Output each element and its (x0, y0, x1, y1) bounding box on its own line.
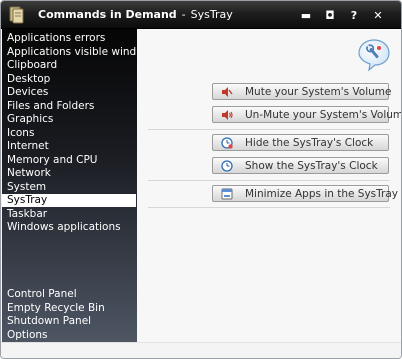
sidebar-item-applications-visible-windows[interactable]: Applications visible windows (2, 46, 136, 59)
window-title: Commands in Demand - SysTray (38, 8, 233, 21)
sidebar-item-taskbar[interactable]: Taskbar (2, 208, 136, 221)
clock-show-icon (221, 159, 233, 172)
sidebar-item-devices[interactable]: Devices (2, 86, 136, 99)
sidebar-item-files-and-folders[interactable]: Files and Folders (2, 100, 136, 113)
clock-hide-icon (221, 136, 233, 149)
sidebar-item-clipboard[interactable]: Clipboard (2, 59, 136, 72)
sidebar-item-graphics[interactable]: Graphics (2, 113, 136, 126)
app-window: Commands in Demand - SysTray ▬ ◘ ? ✕ Appli… (0, 0, 402, 359)
sidebar-item-system[interactable]: System (2, 181, 136, 194)
sidebar-item-icons[interactable]: Icons (2, 127, 136, 140)
systray-wrench-speech-bubble-icon (357, 38, 391, 72)
minimize-apps-icon (221, 188, 233, 200)
minimize-button[interactable]: ▬ (297, 8, 315, 22)
close-button[interactable]: ✕ (369, 8, 387, 22)
sidebar-item-applications-errors[interactable]: Applications errors (2, 32, 136, 45)
sidebar-item-options[interactable]: Options (2, 329, 136, 342)
main-panel: Mute your System's Volume Un-Mute your S… (138, 29, 401, 342)
unmute-volume-label: Un-Mute your System's Volume (245, 108, 402, 121)
sidebar-item-desktop[interactable]: Desktop (2, 73, 136, 86)
sidebar-item-control-panel[interactable]: Control Panel (2, 288, 136, 301)
section-title: SysTray (190, 8, 233, 21)
sidebar: Applications errors Applications visible… (2, 29, 137, 342)
unmute-volume-button[interactable]: Un-Mute your System's Volume (212, 106, 401, 123)
speaker-unmute-icon (221, 109, 233, 121)
sidebar-item-memory-and-cpu[interactable]: Memory and CPU (2, 154, 136, 167)
help-button[interactable]: ? (345, 8, 363, 22)
section-divider (148, 207, 390, 208)
app-title: Commands in Demand (38, 8, 177, 21)
sidebar-item-windows-applications[interactable]: Windows applications (2, 221, 136, 234)
minimize-apps-button[interactable]: Minimize Apps in the SysTray (212, 185, 398, 202)
section-divider (148, 129, 390, 130)
sidebar-item-empty-recycle-bin[interactable]: Empty Recycle Bin (2, 302, 136, 315)
title-bar[interactable]: Commands in Demand - SysTray ▬ ◘ ? ✕ (1, 1, 401, 29)
section-divider (148, 180, 390, 181)
mute-volume-button[interactable]: Mute your System's Volume (212, 83, 392, 100)
title-separator: - (181, 8, 186, 21)
sidebar-item-network[interactable]: Network (2, 167, 136, 180)
mute-volume-label: Mute your System's Volume (245, 85, 392, 98)
sidebar-item-shutdown-panel[interactable]: Shutdown Panel (2, 315, 136, 328)
show-clock-button[interactable]: Show the SysTray's Clock (212, 157, 389, 174)
minimize-apps-label: Minimize Apps in the SysTray (245, 187, 398, 200)
status-bar (1, 342, 401, 358)
sidebar-item-systray[interactable]: SysTray (2, 194, 136, 207)
hide-clock-button[interactable]: Hide the SysTray's Clock (212, 134, 389, 151)
sidebar-item-internet[interactable]: Internet (2, 140, 136, 153)
hide-clock-label: Hide the SysTray's Clock (245, 136, 374, 149)
show-clock-label: Show the SysTray's Clock (245, 159, 378, 172)
speaker-mute-icon (221, 86, 233, 98)
restore-button[interactable]: ◘ (321, 8, 339, 22)
window-controls: ▬ ◘ ? ✕ (297, 8, 387, 22)
app-logo-icon (7, 5, 27, 25)
